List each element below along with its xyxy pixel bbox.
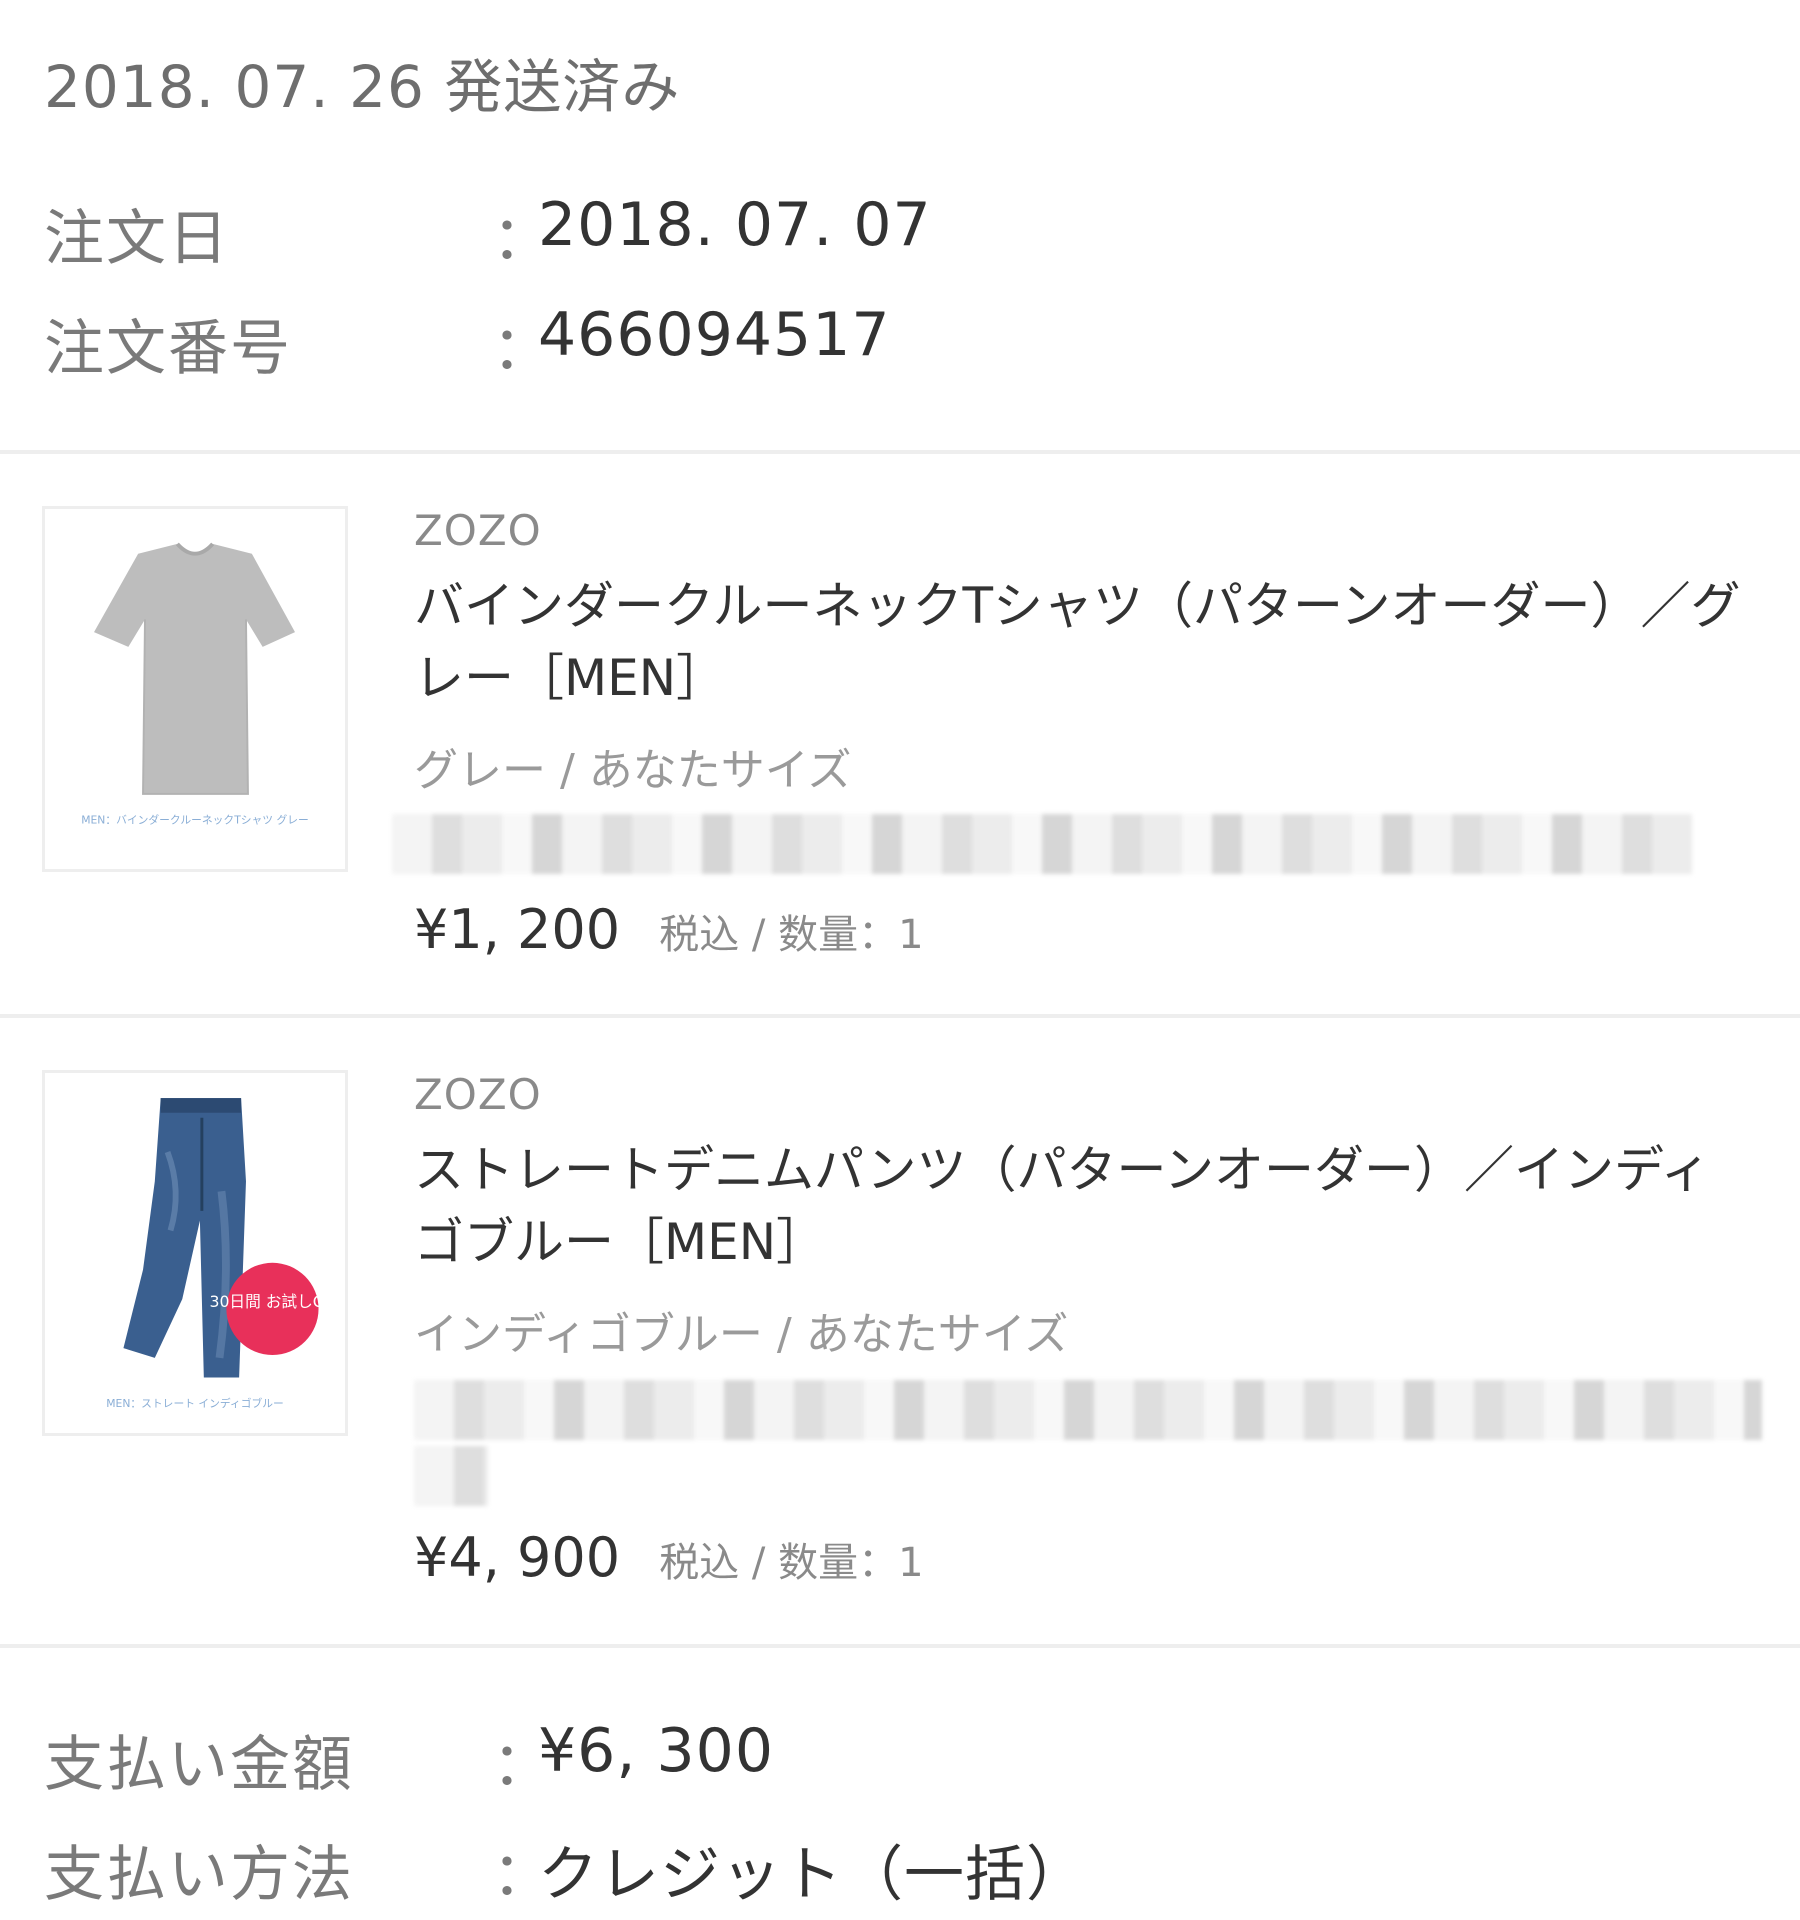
order-number-row: 注文番号 ： 466094517 xyxy=(44,300,1744,384)
product-variant: インディゴブルー / あなたサイズ xyxy=(414,1309,1069,1360)
denim-image: 30日間 お試しOK MEN：ストレート インディゴブルー xyxy=(45,1073,345,1433)
product-title[interactable]: バインダークルーネックTシャツ（パターンオーダー）／グレー［MEN］ xyxy=(414,570,1754,714)
thumbnail-caption: MEN：バインダークルーネックTシャツ グレー xyxy=(81,813,309,826)
order-number-label: 注文番号 xyxy=(44,314,292,384)
item-price: ¥1, 200 xyxy=(414,898,621,961)
tshirt-image: MEN：バインダークルーネックTシャツ グレー xyxy=(45,509,345,869)
payment-amount-label: 支払い金額 xyxy=(44,1730,354,1800)
order-date-label: 注文日 xyxy=(44,204,230,274)
payment-amount-value: ¥6, 300 xyxy=(538,1716,775,1786)
price-line: ¥4, 900 税込 / 数量：1 xyxy=(414,1526,924,1589)
payment-method-row: 支払い方法 ： クレジット（一括） xyxy=(44,1826,1744,1910)
tax-quantity: 税込 / 数量：1 xyxy=(659,912,924,958)
payment-amount-row: 支払い金額 ： ¥6, 300 xyxy=(44,1716,1744,1800)
order-detail-page: 2018. 07. 26 発送済み 注文日 ： 2018. 07. 07 注文番… xyxy=(0,0,1800,1920)
divider xyxy=(0,1644,1800,1648)
payment-method-value: クレジット（一括） xyxy=(538,1840,1087,1910)
redacted-text xyxy=(392,814,1692,874)
product-title[interactable]: ストレートデニムパンツ（パターンオーダー）／インディゴブルー［MEN］ xyxy=(414,1134,1754,1278)
shipment-status: 2018. 07. 26 発送済み xyxy=(44,53,681,121)
order-number-value: 466094517 xyxy=(538,300,891,370)
order-date-value: 2018. 07. 07 xyxy=(538,190,932,260)
order-item[interactable]: 30日間 お試しOK MEN：ストレート インディゴブルー ZOZO ストレート… xyxy=(0,1018,1800,1644)
redacted-text xyxy=(414,1446,488,1506)
price-line: ¥1, 200 税込 / 数量：1 xyxy=(414,898,924,961)
order-item[interactable]: MEN：バインダークルーネックTシャツ グレー ZOZO バインダークルーネック… xyxy=(0,454,1800,1014)
payment-method-label: 支払い方法 xyxy=(44,1840,354,1910)
product-thumbnail-denim[interactable]: 30日間 お試しOK MEN：ストレート インディゴブルー xyxy=(42,1070,348,1436)
tax-quantity: 税込 / 数量：1 xyxy=(659,1540,924,1586)
thumbnail-caption: MEN：ストレート インディゴブルー xyxy=(106,1397,284,1410)
product-thumbnail-tshirt[interactable]: MEN：バインダークルーネックTシャツ グレー xyxy=(42,506,348,872)
order-date-row: 注文日 ： 2018. 07. 07 xyxy=(44,190,1744,274)
item-price: ¥4, 900 xyxy=(414,1526,621,1589)
redacted-text xyxy=(414,1380,1762,1440)
brand-name: ZOZO xyxy=(414,506,542,555)
badge-text: 30日間 お試しOK xyxy=(209,1292,336,1311)
product-variant: グレー / あなたサイズ xyxy=(414,745,852,796)
brand-name: ZOZO xyxy=(414,1070,542,1119)
